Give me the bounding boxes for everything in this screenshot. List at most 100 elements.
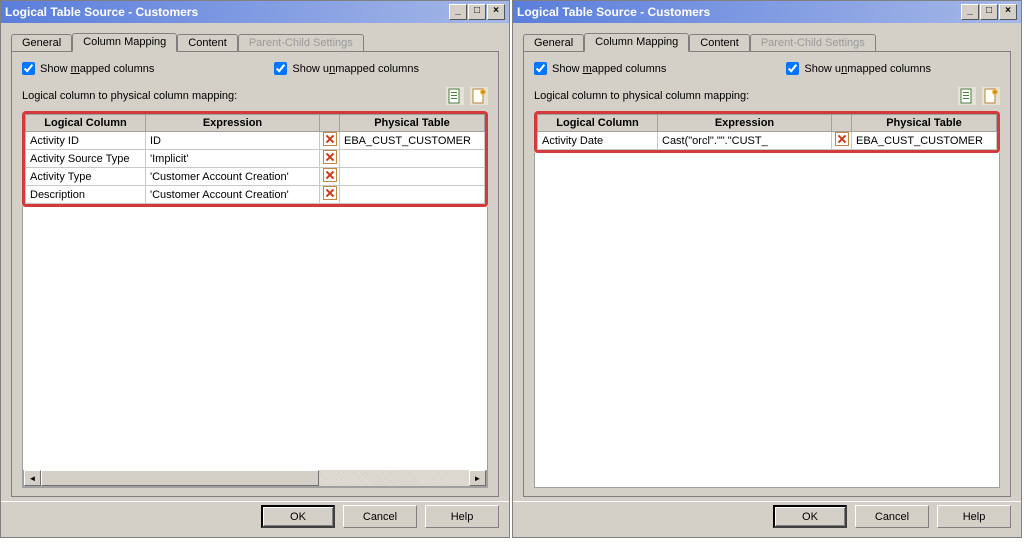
titlebar[interactable]: Logical Table Source - Customers _ □ × bbox=[513, 1, 1021, 23]
maximize-button[interactable]: □ bbox=[980, 4, 998, 20]
show-unmapped-label: Show unmapped columns bbox=[804, 63, 931, 75]
tab-general[interactable]: General bbox=[523, 34, 584, 52]
dialog-footer: OK Cancel Help bbox=[1, 501, 509, 537]
cell-expression[interactable]: Cast("orcl".""."CUST_ bbox=[658, 132, 832, 150]
mapping-label-row: Logical column to physical column mappin… bbox=[534, 87, 1000, 105]
tab-column-mapping[interactable]: Column Mapping bbox=[72, 33, 177, 52]
scroll-thumb[interactable] bbox=[41, 470, 319, 486]
client-area: General Column Mapping Content Parent-Ch… bbox=[513, 23, 1021, 501]
cell-physical[interactable] bbox=[340, 150, 485, 168]
header-expression[interactable]: Expression bbox=[146, 115, 320, 132]
window-title: Logical Table Source - Customers bbox=[517, 5, 960, 19]
delete-mapping-icon[interactable] bbox=[323, 186, 337, 200]
delete-mapping-icon[interactable] bbox=[323, 168, 337, 182]
map-columns-icon[interactable] bbox=[446, 87, 464, 105]
tab-panel: Show mapped columns Show unmapped column… bbox=[11, 51, 499, 497]
cell-expression[interactable]: 'Customer Account Creation' bbox=[146, 186, 320, 204]
maximize-button[interactable]: □ bbox=[468, 4, 486, 20]
mapping-table: Logical Column Expression Physical Table… bbox=[537, 114, 997, 150]
cell-logical[interactable]: Activity Date bbox=[538, 132, 658, 150]
table-row[interactable]: Activity Type 'Customer Account Creation… bbox=[26, 168, 485, 186]
dialog-footer: OK Cancel Help bbox=[513, 501, 1021, 537]
ok-button[interactable]: OK bbox=[773, 505, 847, 528]
cell-physical[interactable]: EBA_CUST_CUSTOMER bbox=[340, 132, 485, 150]
show-unmapped-label: Show unmapped columns bbox=[292, 63, 419, 75]
show-mapped-input[interactable] bbox=[534, 62, 547, 75]
tab-content[interactable]: Content bbox=[689, 34, 750, 52]
horizontal-scrollbar[interactable]: ◄ ► bbox=[23, 470, 487, 487]
help-button[interactable]: Help bbox=[425, 505, 499, 528]
minimize-button[interactable]: _ bbox=[961, 4, 979, 20]
cell-physical[interactable] bbox=[340, 168, 485, 186]
table-row[interactable]: Activity Source Type 'Implicit' bbox=[26, 150, 485, 168]
close-button[interactable]: × bbox=[487, 4, 505, 20]
header-action bbox=[320, 115, 340, 132]
delete-mapping-icon[interactable] bbox=[835, 132, 849, 146]
titlebar[interactable]: Logical Table Source - Customers _ □ × bbox=[1, 1, 509, 23]
show-unmapped-input[interactable] bbox=[274, 62, 287, 75]
cell-expression[interactable]: 'Customer Account Creation' bbox=[146, 168, 320, 186]
table-blank-area: ◄ ► bbox=[22, 207, 488, 488]
cell-delete[interactable] bbox=[320, 168, 340, 186]
dialog-window: Logical Table Source - Customers _ □ × G… bbox=[0, 0, 510, 538]
cell-logical[interactable]: Activity ID bbox=[26, 132, 146, 150]
table-row[interactable]: Activity Date Cast("orcl".""."CUST_ EBA_… bbox=[538, 132, 997, 150]
table-blank-area bbox=[534, 153, 1000, 488]
cell-delete[interactable] bbox=[320, 150, 340, 168]
cancel-button[interactable]: Cancel bbox=[343, 505, 417, 528]
header-expression[interactable]: Expression bbox=[658, 115, 832, 132]
cancel-button[interactable]: Cancel bbox=[855, 505, 929, 528]
add-column-icon[interactable] bbox=[470, 87, 488, 105]
show-mapped-input[interactable] bbox=[22, 62, 35, 75]
header-logical[interactable]: Logical Column bbox=[538, 115, 658, 132]
cell-physical[interactable] bbox=[340, 186, 485, 204]
help-button[interactable]: Help bbox=[937, 505, 1011, 528]
scroll-left-button[interactable]: ◄ bbox=[24, 470, 41, 486]
delete-mapping-icon[interactable] bbox=[323, 132, 337, 146]
show-mapped-label: Show mapped columns bbox=[40, 63, 154, 75]
close-button[interactable]: × bbox=[999, 4, 1017, 20]
tab-row: General Column Mapping Content Parent-Ch… bbox=[523, 31, 1011, 51]
cell-physical[interactable]: EBA_CUST_CUSTOMER bbox=[852, 132, 997, 150]
checkbox-row: Show mapped columns Show unmapped column… bbox=[22, 62, 488, 75]
tab-parent-child: Parent-Child Settings bbox=[750, 34, 876, 52]
cell-expression[interactable]: 'Implicit' bbox=[146, 150, 320, 168]
scroll-track[interactable] bbox=[41, 470, 469, 486]
show-mapped-checkbox[interactable]: Show mapped columns bbox=[534, 62, 666, 75]
tab-general[interactable]: General bbox=[11, 34, 72, 52]
cell-logical[interactable]: Activity Source Type bbox=[26, 150, 146, 168]
cell-expression[interactable]: ID bbox=[146, 132, 320, 150]
cell-delete[interactable] bbox=[320, 132, 340, 150]
tab-column-mapping[interactable]: Column Mapping bbox=[584, 33, 689, 52]
show-unmapped-input[interactable] bbox=[786, 62, 799, 75]
header-physical[interactable]: Physical Table bbox=[852, 115, 997, 132]
minimize-button[interactable]: _ bbox=[449, 4, 467, 20]
header-action bbox=[832, 115, 852, 132]
cell-logical[interactable]: Activity Type bbox=[26, 168, 146, 186]
add-column-icon[interactable] bbox=[982, 87, 1000, 105]
table-row[interactable]: Description 'Customer Account Creation' bbox=[26, 186, 485, 204]
show-unmapped-checkbox[interactable]: Show unmapped columns bbox=[274, 62, 419, 75]
map-columns-icon[interactable] bbox=[958, 87, 976, 105]
mapping-table: Logical Column Expression Physical Table… bbox=[25, 114, 485, 204]
show-mapped-checkbox[interactable]: Show mapped columns bbox=[22, 62, 154, 75]
cell-logical[interactable]: Description bbox=[26, 186, 146, 204]
tab-parent-child: Parent-Child Settings bbox=[238, 34, 364, 52]
tab-row: General Column Mapping Content Parent-Ch… bbox=[11, 31, 499, 51]
tab-panel: Show mapped columns Show unmapped column… bbox=[523, 51, 1011, 497]
show-mapped-label: Show mapped columns bbox=[552, 63, 666, 75]
scroll-right-button[interactable]: ► bbox=[469, 470, 486, 486]
checkbox-row: Show mapped columns Show unmapped column… bbox=[534, 62, 1000, 75]
cell-delete[interactable] bbox=[320, 186, 340, 204]
table-row[interactable]: Activity ID ID EBA_CUST_CUSTOMER bbox=[26, 132, 485, 150]
header-physical[interactable]: Physical Table bbox=[340, 115, 485, 132]
delete-mapping-icon[interactable] bbox=[323, 150, 337, 164]
tab-content[interactable]: Content bbox=[177, 34, 238, 52]
cell-delete[interactable] bbox=[832, 132, 852, 150]
mapping-label-row: Logical column to physical column mappin… bbox=[22, 87, 488, 105]
ok-button[interactable]: OK bbox=[261, 505, 335, 528]
header-logical[interactable]: Logical Column bbox=[26, 115, 146, 132]
mapping-label: Logical column to physical column mappin… bbox=[534, 90, 952, 102]
window-title: Logical Table Source - Customers bbox=[5, 5, 448, 19]
show-unmapped-checkbox[interactable]: Show unmapped columns bbox=[786, 62, 931, 75]
